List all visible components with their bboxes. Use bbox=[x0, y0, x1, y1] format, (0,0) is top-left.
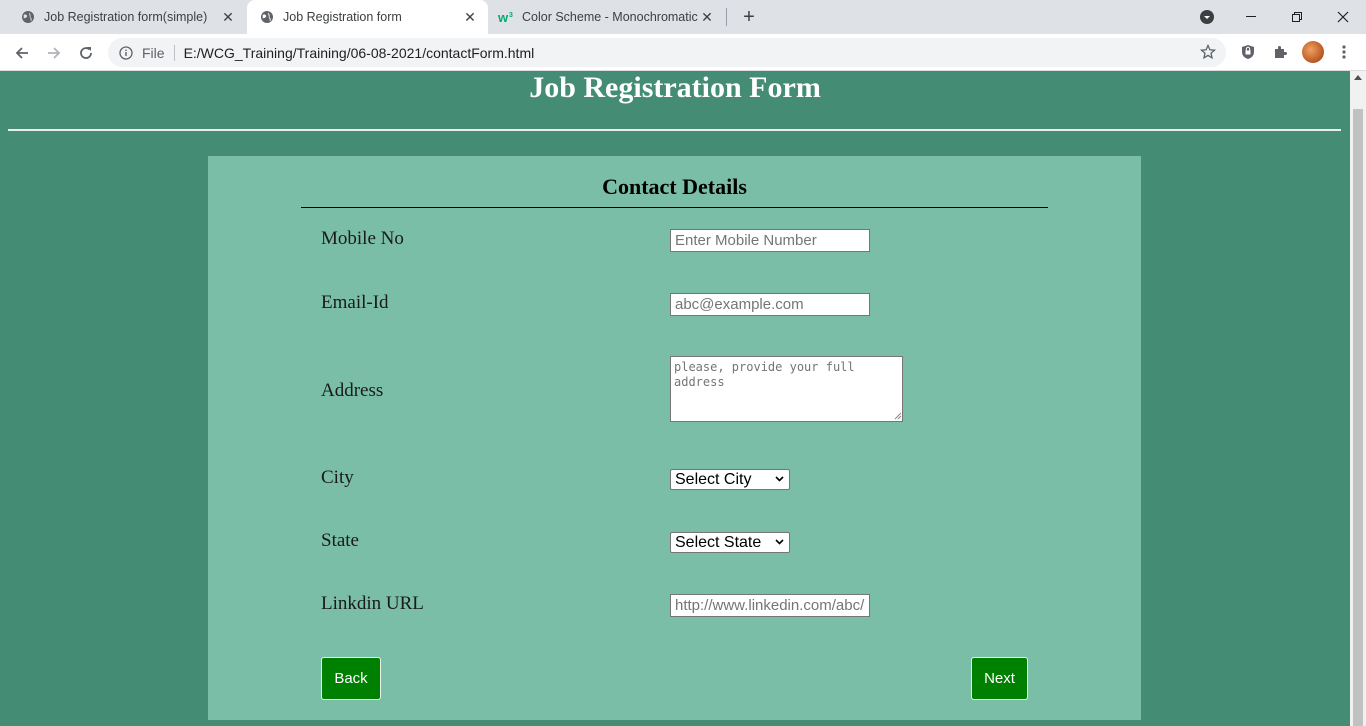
address-bar[interactable]: File E:/WCG_Training/Training/06-08-2021… bbox=[108, 38, 1226, 67]
scheme-label: File bbox=[142, 44, 165, 61]
close-window-button[interactable] bbox=[1320, 0, 1366, 34]
close-icon[interactable]: ✕ bbox=[220, 9, 236, 25]
state-select-value: Select State bbox=[675, 533, 762, 551]
puzzle-extensions-icon[interactable] bbox=[1270, 42, 1290, 62]
city-select[interactable]: Select City bbox=[670, 469, 790, 490]
minimize-button[interactable] bbox=[1228, 0, 1274, 34]
url-text[interactable]: E:/WCG_Training/Training/06-08-2021/cont… bbox=[184, 45, 535, 61]
globe-icon bbox=[259, 9, 275, 25]
linkedin-input[interactable] bbox=[670, 594, 870, 617]
scroll-up-arrow-icon[interactable] bbox=[1354, 75, 1362, 80]
mobile-input[interactable] bbox=[670, 229, 870, 252]
chevron-down-icon bbox=[775, 476, 784, 482]
tab-job-registration[interactable]: Job Registration form ✕ bbox=[247, 0, 488, 34]
vertical-scrollbar[interactable] bbox=[1350, 71, 1366, 726]
contact-details-card: Contact Details Mobile No Email-Id Addre… bbox=[208, 156, 1141, 720]
linkedin-label: Linkdin URL bbox=[321, 593, 424, 614]
section-title: Contact Details bbox=[602, 174, 747, 199]
scrollbar-thumb[interactable] bbox=[1353, 109, 1363, 726]
section-divider bbox=[301, 207, 1048, 208]
back-arrow-icon[interactable] bbox=[8, 39, 36, 67]
mobile-label: Mobile No bbox=[321, 228, 404, 249]
tab-title: Job Registration form(simple) bbox=[44, 10, 208, 24]
browser-toolbar: File E:/WCG_Training/Training/06-08-2021… bbox=[0, 34, 1366, 71]
email-label: Email-Id bbox=[321, 292, 389, 313]
page-viewport: Job Registration Form Contact Details Mo… bbox=[0, 71, 1350, 726]
forward-arrow-icon[interactable] bbox=[40, 39, 68, 67]
svg-text:3: 3 bbox=[509, 12, 513, 19]
address-label: Address bbox=[321, 380, 384, 401]
state-select[interactable]: Select State bbox=[670, 532, 790, 553]
address-textarea[interactable] bbox=[670, 356, 903, 422]
email-input[interactable] bbox=[670, 293, 870, 316]
profile-avatar[interactable] bbox=[1302, 41, 1324, 63]
shield-extension-icon[interactable] bbox=[1238, 42, 1258, 62]
state-label: State bbox=[321, 530, 359, 551]
tab-strip: Job Registration form(simple) ✕ Job Regi… bbox=[0, 0, 1366, 34]
svg-text:w: w bbox=[498, 10, 509, 24]
close-icon[interactable]: ✕ bbox=[699, 9, 715, 25]
chevron-down-icon bbox=[775, 539, 784, 545]
reload-icon[interactable] bbox=[72, 39, 100, 67]
divider bbox=[173, 44, 175, 61]
new-tab-button[interactable]: + bbox=[737, 5, 761, 29]
page-title: Job Registration Form bbox=[529, 71, 821, 104]
tab-job-registration-simple[interactable]: Job Registration form(simple) ✕ bbox=[0, 0, 246, 34]
back-button[interactable]: Back bbox=[321, 657, 381, 700]
w3schools-icon: w3 bbox=[498, 9, 514, 25]
tab-separator bbox=[726, 8, 727, 26]
globe-icon bbox=[20, 9, 36, 25]
bookmark-star-icon[interactable] bbox=[1199, 43, 1217, 60]
close-icon[interactable]: ✕ bbox=[462, 9, 478, 25]
next-button[interactable]: Next bbox=[971, 657, 1028, 700]
resize-grip-icon[interactable] bbox=[892, 410, 902, 420]
city-label: City bbox=[321, 467, 354, 488]
tab-color-scheme[interactable]: w3 Color Scheme - Monochromatic ✕ bbox=[489, 0, 725, 34]
restore-button[interactable] bbox=[1274, 0, 1320, 34]
tab-title: Job Registration form bbox=[283, 10, 402, 24]
title-divider bbox=[8, 129, 1341, 131]
info-icon[interactable] bbox=[118, 45, 134, 61]
menu-kebab-icon[interactable] bbox=[1334, 42, 1354, 62]
tab-title: Color Scheme - Monochromatic bbox=[522, 10, 698, 24]
tab-search-icon[interactable] bbox=[1184, 0, 1230, 34]
city-select-value: Select City bbox=[675, 470, 752, 488]
